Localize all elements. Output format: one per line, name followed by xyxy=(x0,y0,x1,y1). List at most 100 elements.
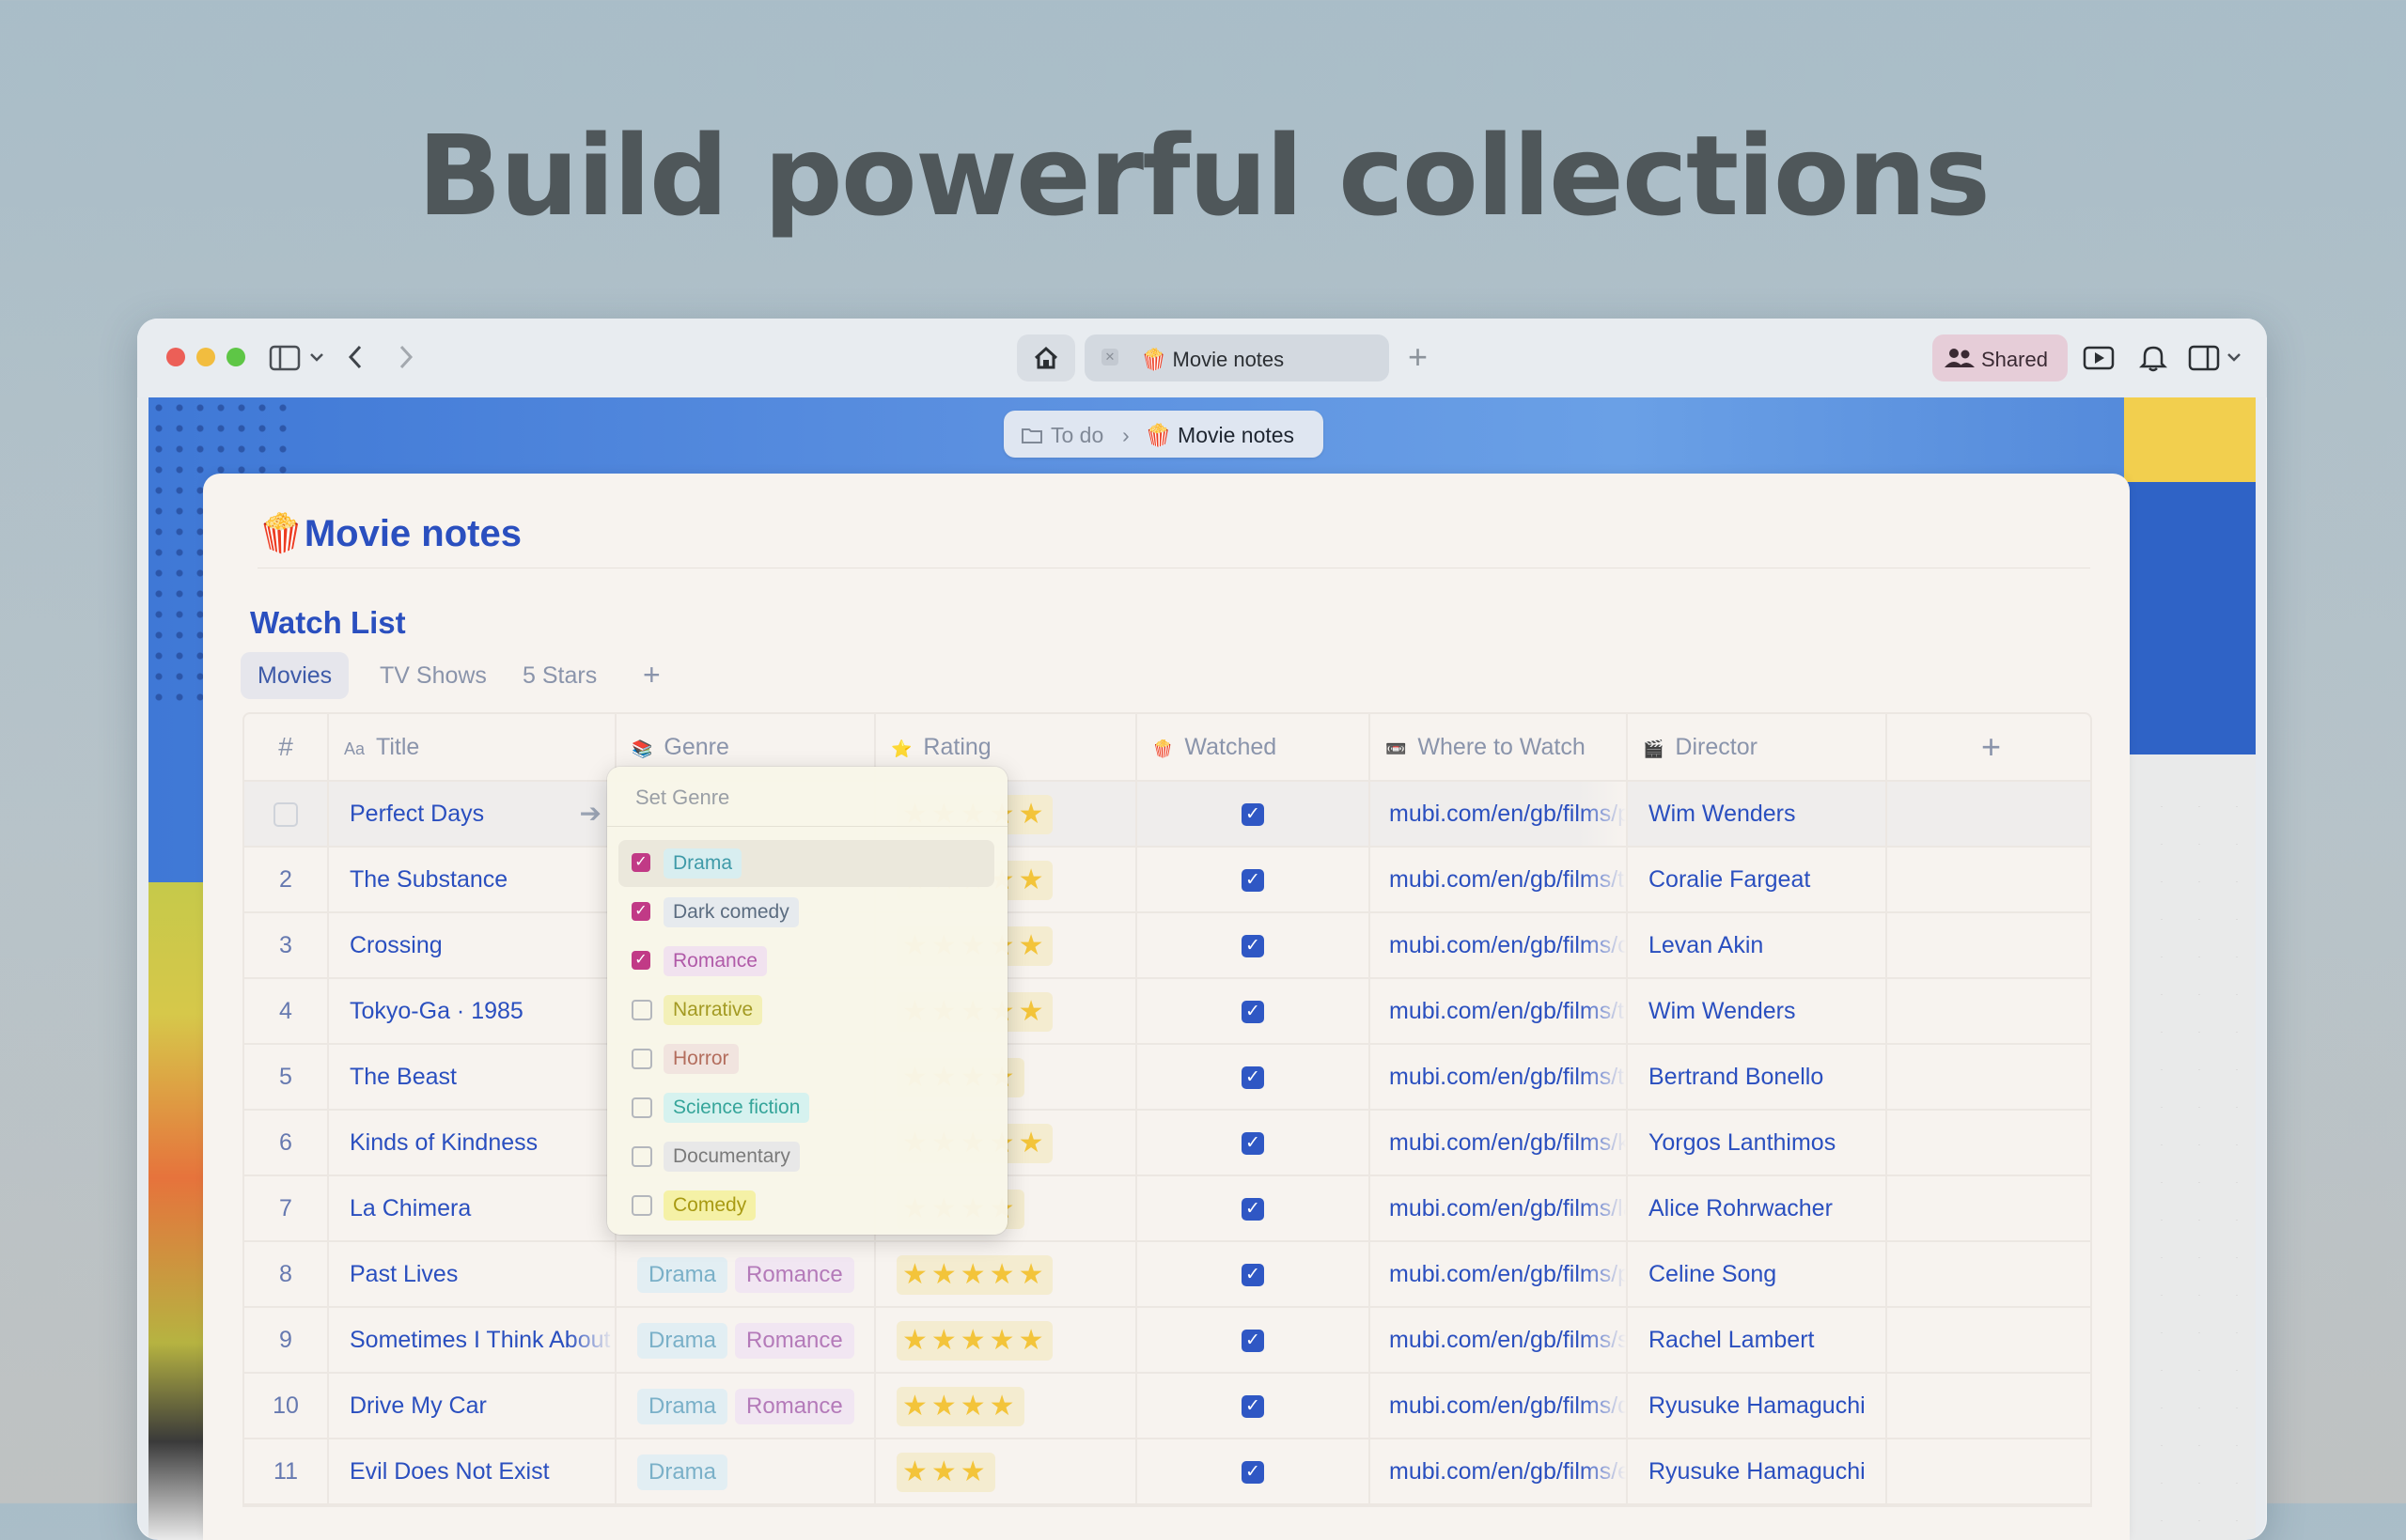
row-title[interactable]: Evil Does Not Exist xyxy=(329,1439,617,1503)
row-watched[interactable]: ✓ xyxy=(1137,1308,1370,1372)
watched-checkbox[interactable]: ✓ xyxy=(1242,1001,1264,1024)
home-button[interactable] xyxy=(1017,334,1075,381)
genre-option[interactable]: Documentary xyxy=(618,1133,994,1180)
row-where-to-watch[interactable]: mubi.com/en/gb/films/the-substance xyxy=(1370,848,1628,911)
row-title[interactable]: La Chimera xyxy=(329,1176,617,1240)
row-director[interactable]: Bertrand Bonello xyxy=(1628,1045,1887,1109)
genre-option-checkbox[interactable] xyxy=(632,1000,652,1020)
watched-checkbox[interactable]: ✓ xyxy=(1242,1198,1264,1221)
tab-movies[interactable]: Movies xyxy=(241,652,350,699)
genre-option-checkbox[interactable] xyxy=(632,1049,652,1069)
row-where-to-watch[interactable]: mubi.com/en/gb/films/the-beast xyxy=(1370,1045,1628,1109)
page-title[interactable]: 🍿Movie notes xyxy=(258,511,522,555)
forward-arrow-icon[interactable] xyxy=(397,343,415,371)
row-title[interactable]: Past Lives xyxy=(329,1242,617,1306)
watched-checkbox[interactable]: ✓ xyxy=(1242,1264,1264,1287)
tab-tv-shows[interactable]: TV Shows xyxy=(363,652,504,699)
column-header-num[interactable]: # xyxy=(244,714,329,780)
row-director[interactable]: Coralie Fargeat xyxy=(1628,848,1887,911)
row-director[interactable]: Yorgos Lanthimos xyxy=(1628,1111,1887,1174)
genre-option[interactable]: Horror xyxy=(618,1035,994,1082)
table-row[interactable]: 6Kinds of Kindness★★★★★✓mubi.com/en/gb/f… xyxy=(244,1111,2090,1176)
watched-checkbox[interactable]: ✓ xyxy=(1242,1066,1264,1090)
row-where-to-watch[interactable]: mubi.com/en/gb/films/evil-does-not-exist xyxy=(1370,1439,1628,1503)
zoom-window-button[interactable] xyxy=(227,348,245,366)
star-rating[interactable]: ★★★ xyxy=(897,1453,995,1493)
genre-option[interactable]: Comedy xyxy=(618,1182,994,1229)
watched-checkbox[interactable]: ✓ xyxy=(1242,935,1264,958)
breadcrumb-current[interactable]: 🍿 Movie notes xyxy=(1145,423,1294,448)
row-where-to-watch[interactable]: mubi.com/en/gb/films/perfect-days xyxy=(1370,782,1628,846)
table-row[interactable]: 10 Drive My Car Drama Romance ★★★★ ✓ mubi.com/… xyxy=(244,1374,2090,1439)
close-tab-icon[interactable]: ✕ xyxy=(1101,349,1118,366)
row-title[interactable]: The Substance xyxy=(329,848,617,911)
row-director[interactable]: Ryusuke Hamaguchi xyxy=(1628,1374,1887,1438)
back-arrow-icon[interactable] xyxy=(346,343,365,371)
tab-5-stars[interactable]: 5 Stars xyxy=(506,652,614,699)
row-genre[interactable]: Drama Romance xyxy=(617,1308,876,1372)
row-title[interactable]: Drive My Car xyxy=(329,1374,617,1438)
row-director[interactable]: Levan Akin xyxy=(1628,913,1887,977)
watched-checkbox[interactable]: ✓ xyxy=(1242,1330,1264,1353)
add-column-button[interactable]: + xyxy=(1887,714,2086,780)
table-row[interactable]: 8 Past Lives Drama Romance ★★★★★ ✓ mubi.com/en… xyxy=(244,1242,2090,1308)
breadcrumb-parent[interactable]: To do xyxy=(1051,423,1103,448)
row-watched[interactable]: ✓ xyxy=(1137,979,1370,1043)
inspector-toggle-icon[interactable] xyxy=(2188,345,2220,371)
table-row[interactable]: 3Crossing★★★★★✓mubi.com/en/gb/films/cros… xyxy=(244,913,2090,979)
star-rating[interactable]: ★★★★ xyxy=(897,1387,1024,1427)
play-icon[interactable] xyxy=(2083,345,2115,371)
row-director[interactable]: Celine Song xyxy=(1628,1242,1887,1306)
watched-checkbox[interactable]: ✓ xyxy=(1242,869,1264,893)
table-row[interactable]: 2The Substance★★★★★✓mubi.com/en/gb/films… xyxy=(244,848,2090,913)
row-watched[interactable]: ✓ xyxy=(1137,848,1370,911)
genre-option-checkbox[interactable]: ✓ xyxy=(632,951,650,970)
row-number[interactable] xyxy=(244,782,329,846)
tab-movie-notes[interactable]: ✕ 🍿 Movie notes xyxy=(1085,334,1389,381)
row-genre[interactable]: Drama xyxy=(617,1439,876,1503)
row-watched[interactable]: ✓ xyxy=(1137,1111,1370,1174)
table-row[interactable]: 4Tokyo-Ga · 1985★★★★★✓mubi.com/en/gb/fil… xyxy=(244,979,2090,1045)
star-rating[interactable]: ★★★★★ xyxy=(897,1321,1054,1361)
genre-option-checkbox[interactable] xyxy=(632,1195,652,1216)
row-watched[interactable]: ✓ xyxy=(1137,1439,1370,1503)
row-where-to-watch[interactable]: mubi.com/en/gb/films/sometimes xyxy=(1370,1308,1628,1372)
row-watched[interactable]: ✓ xyxy=(1137,1045,1370,1109)
collection-title[interactable]: Watch List xyxy=(250,605,406,641)
genre-option-checkbox[interactable]: ✓ xyxy=(632,902,650,921)
genre-option-checkbox[interactable]: ✓ xyxy=(632,853,650,872)
close-window-button[interactable] xyxy=(166,348,185,366)
row-genre[interactable]: Drama Romance xyxy=(617,1242,876,1306)
table-row[interactable]: 5The Beast★★★★✓mubi.com/en/gb/films/the-… xyxy=(244,1045,2090,1111)
row-where-to-watch[interactable]: mubi.com/en/gb/films/past-lives xyxy=(1370,1242,1628,1306)
row-director[interactable]: Wim Wenders xyxy=(1628,979,1887,1043)
column-header-title[interactable]: Aa Title xyxy=(329,714,617,780)
row-where-to-watch[interactable]: mubi.com/en/gb/films/la-chimera xyxy=(1370,1176,1628,1240)
row-where-to-watch[interactable]: mubi.com/en/gb/films/tokyo-ga xyxy=(1370,979,1628,1043)
table-row[interactable]: 7La Chimera★★★★✓mubi.com/en/gb/films/la-… xyxy=(244,1176,2090,1242)
row-title[interactable]: Kinds of Kindness xyxy=(329,1111,617,1174)
row-where-to-watch[interactable]: mubi.com/en/gb/films/crossing xyxy=(1370,913,1628,977)
row-rating[interactable]: ★★★★★ xyxy=(876,1308,1137,1372)
row-title[interactable]: Perfect Days ➔ xyxy=(329,782,617,846)
add-view-button[interactable]: + xyxy=(643,658,661,692)
row-watched[interactable]: ✓ xyxy=(1137,782,1370,846)
row-director[interactable]: Alice Rohrwacher xyxy=(1628,1176,1887,1240)
row-director[interactable]: Ryusuke Hamaguchi xyxy=(1628,1439,1887,1503)
watched-checkbox[interactable]: ✓ xyxy=(1242,1132,1264,1156)
row-watched[interactable]: ✓ xyxy=(1137,1176,1370,1240)
row-genre[interactable]: Drama Romance xyxy=(617,1374,876,1438)
row-rating[interactable]: ★★★★★ xyxy=(876,1242,1137,1306)
genre-option-checkbox[interactable] xyxy=(632,1097,652,1118)
column-header-where[interactable]: 📼 Where to Watch xyxy=(1370,714,1628,780)
table-row[interactable]: Perfect Days➔★★★★★✓mubi.com/en/gb/films/… xyxy=(244,782,2090,848)
shared-button[interactable]: Shared xyxy=(1932,334,2068,381)
row-title[interactable]: Crossing xyxy=(329,913,617,977)
sidebar-toggle-icon[interactable] xyxy=(269,345,301,371)
watched-checkbox[interactable]: ✓ xyxy=(1242,1461,1264,1485)
row-where-to-watch[interactable]: mubi.com/en/gb/films/kinds-of-kindness xyxy=(1370,1111,1628,1174)
chevron-down-icon[interactable] xyxy=(2226,350,2242,364)
row-rating[interactable]: ★★★ xyxy=(876,1439,1137,1503)
table-row[interactable]: 9Sometimes I Think About DyingDramaRoman… xyxy=(244,1308,2090,1374)
row-watched[interactable]: ✓ xyxy=(1137,1242,1370,1306)
